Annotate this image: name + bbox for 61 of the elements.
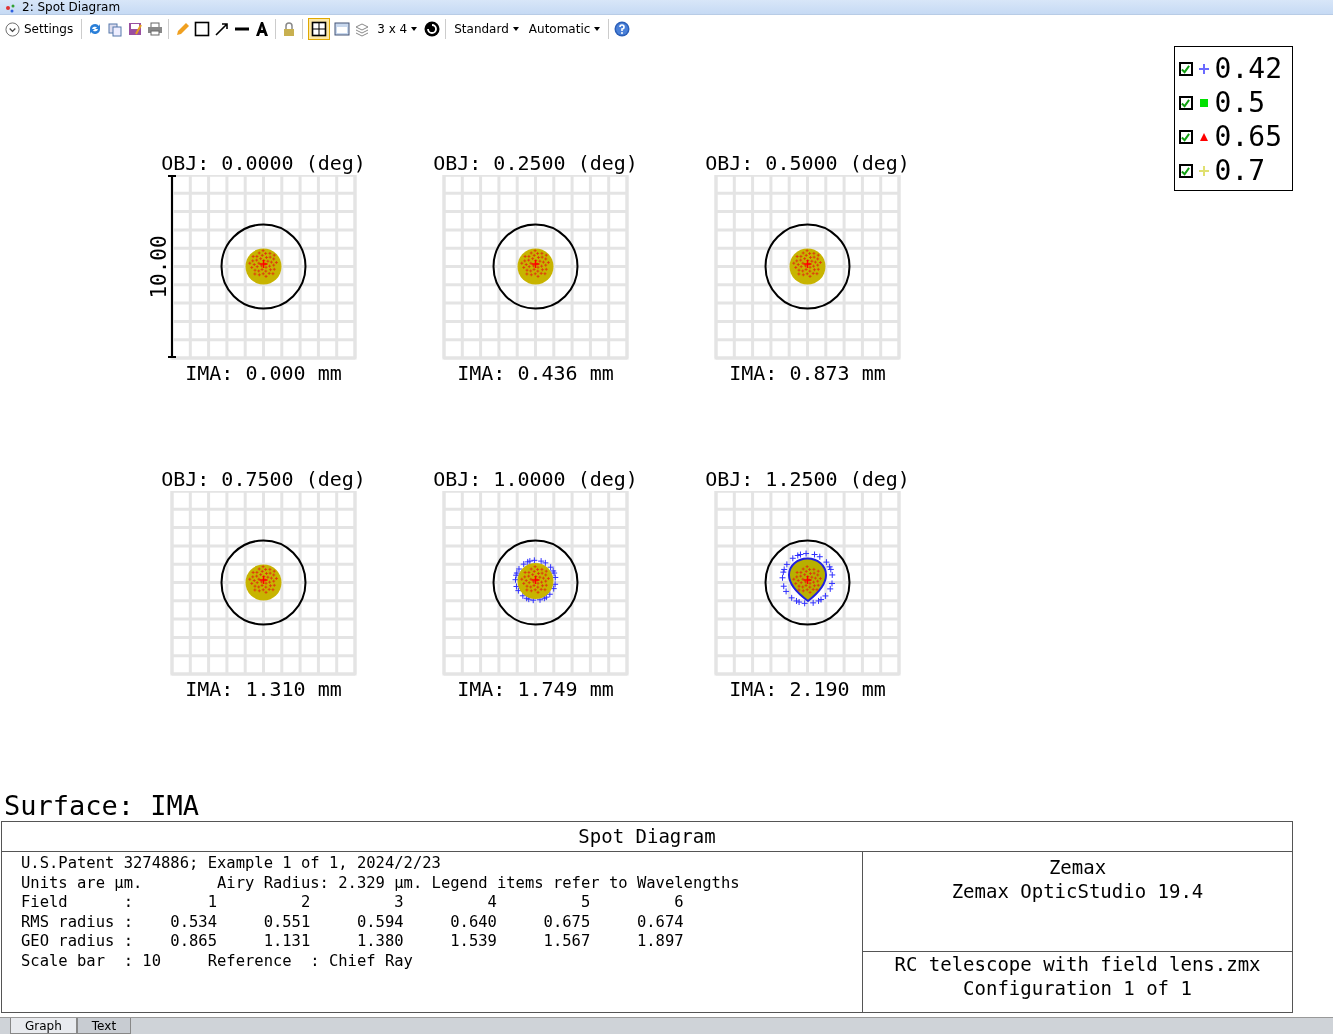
field-label: OBJ: 0.5000 (deg) [705, 151, 910, 175]
window-icon[interactable] [334, 21, 351, 37]
caret-icon [411, 27, 418, 31]
spot-drawing [517, 248, 554, 285]
data-line: U.S.Patent 3274886; Example 1 of 1, 2024/2/23 [21, 854, 442, 874]
arrow-icon[interactable] [214, 21, 231, 37]
image-height-label: IMA: 0.000 mm [185, 361, 342, 385]
rectangle-icon[interactable] [194, 21, 211, 37]
wavelength-label: 0.42 [1214, 53, 1282, 85]
field-label: OBJ: 0.0000 (deg) [161, 151, 366, 175]
scale-bar-label: 10.00 [147, 235, 171, 299]
data-line: Field : 1 2 3 4 5 6 [21, 893, 685, 913]
image-height-label: IMA: 2.190 mm [729, 677, 886, 701]
image-height-label: IMA: 1.749 mm [457, 677, 614, 701]
window-title: 2: Spot Diagram [22, 1, 121, 14]
caret-icon [594, 27, 601, 31]
app-icon [4, 2, 16, 14]
view-tab[interactable]: Text [76, 1018, 132, 1034]
data-line: Units are µm. Airy Radius: 2.329 µm. Legend items refer to Wavelengths [21, 873, 741, 894]
field-label: OBJ: 0.7500 (deg) [161, 467, 366, 491]
file-info-text: RC telescope with field lens.zmx [893, 952, 1262, 976]
save-icon[interactable] [127, 21, 144, 37]
settings-button[interactable]: Settings [2, 19, 77, 39]
legend-checkbox[interactable] [1178, 96, 1193, 110]
wavelength-label: 0.65 [1214, 121, 1282, 153]
spot-drawing [789, 248, 826, 285]
field-label: OBJ: 0.2500 (deg) [433, 151, 638, 175]
surface-label: Surface: IMA [3, 791, 201, 821]
caret-icon [512, 27, 519, 31]
spot-drawing [512, 556, 559, 604]
image-height-label: IMA: 1.310 mm [185, 677, 342, 701]
printer-icon[interactable] [147, 21, 164, 37]
info-text: Zemax OpticStudio 19.4 [950, 879, 1205, 903]
text-tool-icon[interactable] [254, 21, 271, 37]
help-icon[interactable] [614, 21, 631, 37]
table-title: Spot Diagram [2, 822, 1292, 852]
spot-drawing [779, 550, 836, 607]
field-label: OBJ: 1.0000 (deg) [433, 467, 638, 491]
legend-checkbox[interactable] [1178, 130, 1193, 144]
spot-drawing [245, 564, 282, 601]
rotate-icon[interactable] [424, 21, 441, 37]
layout-dropdown[interactable]: 3 x 4 [374, 20, 421, 38]
wavelength-label: 0.7 [1214, 155, 1266, 187]
copy-icon[interactable] [107, 21, 124, 37]
layout-toggle-button[interactable] [308, 18, 331, 40]
data-line: Scale bar : 10 Reference : Chief Ray [21, 951, 414, 972]
file-info-text: Configuration 1 of 1 [962, 976, 1193, 1000]
wavelength-label: 0.5 [1214, 87, 1266, 119]
data-line: GEO radius : 0.865 1.131 1.380 1.539 1.567 1.897 [21, 932, 685, 952]
image-height-label: IMA: 0.436 mm [457, 361, 614, 385]
dropdown-button[interactable]: Automatic [525, 20, 604, 38]
info-text: Zemax [1047, 855, 1108, 879]
dropdown-button[interactable]: Standard [451, 20, 522, 38]
view-tab[interactable]: Graph [10, 1018, 77, 1034]
data-line: RMS radius : 0.534 0.551 0.594 0.640 0.675 0.674 [21, 912, 685, 933]
image-height-label: IMA: 0.873 mm [729, 361, 886, 385]
spot-drawing [245, 248, 282, 285]
legend-checkbox[interactable] [1178, 164, 1193, 178]
chevron-icon [5, 21, 20, 37]
field-label: OBJ: 1.2500 (deg) [705, 467, 910, 491]
legend-checkbox[interactable] [1178, 62, 1193, 76]
